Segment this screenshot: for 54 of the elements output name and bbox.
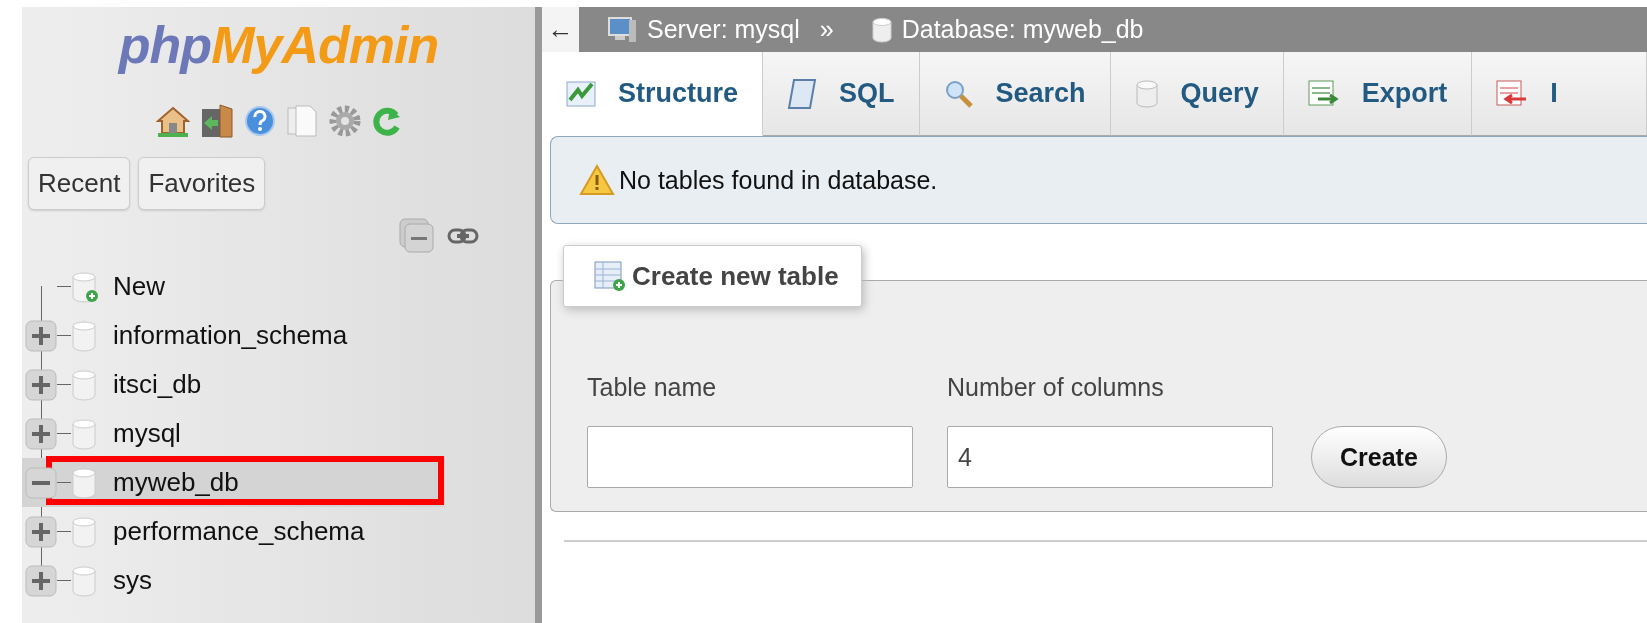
server-icon — [607, 15, 637, 44]
database-link[interactable]: performance_schema — [113, 516, 365, 547]
exit-door-icon[interactable] — [199, 103, 234, 139]
database-icon — [1134, 79, 1159, 108]
nav-tab[interactable]: I — [1472, 52, 1647, 136]
database-link[interactable]: New — [113, 271, 165, 302]
expand-icon[interactable] — [25, 515, 57, 548]
expand-icon[interactable] — [25, 368, 57, 401]
database-icon — [71, 417, 99, 450]
legend-text: Create new table — [632, 260, 839, 292]
breadcrumb-separator: » — [819, 15, 834, 44]
collapse-icon[interactable] — [25, 466, 57, 499]
sidebar-tab[interactable]: Favorites — [138, 157, 266, 210]
database-icon — [71, 368, 99, 401]
reload-icon[interactable] — [371, 105, 402, 137]
expand-icon[interactable] — [25, 319, 57, 352]
database-link[interactable]: Database: myweb_db — [901, 15, 1144, 44]
database-link[interactable]: mysql — [113, 418, 181, 449]
columns-count-field[interactable]: 4 — [947, 426, 1273, 488]
database-icon — [871, 16, 892, 43]
import-icon — [1496, 79, 1529, 108]
database-link[interactable]: sys — [113, 565, 152, 596]
database-link[interactable]: information_schema — [113, 320, 348, 351]
nav-tab[interactable]: Query — [1110, 52, 1284, 136]
help-icon[interactable] — [243, 105, 276, 137]
collapse-all-icon[interactable] — [399, 218, 435, 254]
create-button[interactable]: Create — [1311, 426, 1447, 488]
notice-text: No tables found in database. — [619, 165, 938, 195]
warning-icon — [579, 164, 615, 196]
new-database-icon — [71, 270, 99, 303]
home-icon[interactable] — [155, 105, 190, 137]
nav-tab[interactable]: SQL — [763, 52, 920, 136]
link-icon[interactable] — [447, 227, 479, 245]
scroll-icon — [787, 77, 818, 110]
expand-icon[interactable] — [25, 417, 57, 450]
search-icon — [943, 78, 974, 109]
back-button[interactable]: ← — [542, 7, 579, 52]
table-name-field[interactable] — [587, 426, 913, 488]
settings-icon[interactable] — [327, 104, 362, 138]
field-label: Table name — [587, 373, 718, 402]
nav-tab[interactable]: Search — [919, 52, 1111, 136]
expand-icon[interactable] — [25, 564, 57, 597]
database-link[interactable]: myweb_db — [113, 467, 239, 498]
new-table-icon — [594, 260, 626, 292]
nav-tab[interactable]: Export — [1283, 52, 1473, 136]
structure-icon — [566, 79, 596, 108]
database-icon — [71, 319, 99, 352]
export-icon — [1307, 79, 1340, 108]
server-link[interactable]: Server: mysql — [647, 15, 800, 44]
database-icon — [71, 515, 99, 548]
sidebar-tab[interactable]: Recent — [28, 157, 131, 210]
field-label: Number of columns — [947, 373, 1165, 402]
database-link[interactable]: itsci_db — [113, 369, 202, 400]
database-icon — [71, 564, 99, 597]
